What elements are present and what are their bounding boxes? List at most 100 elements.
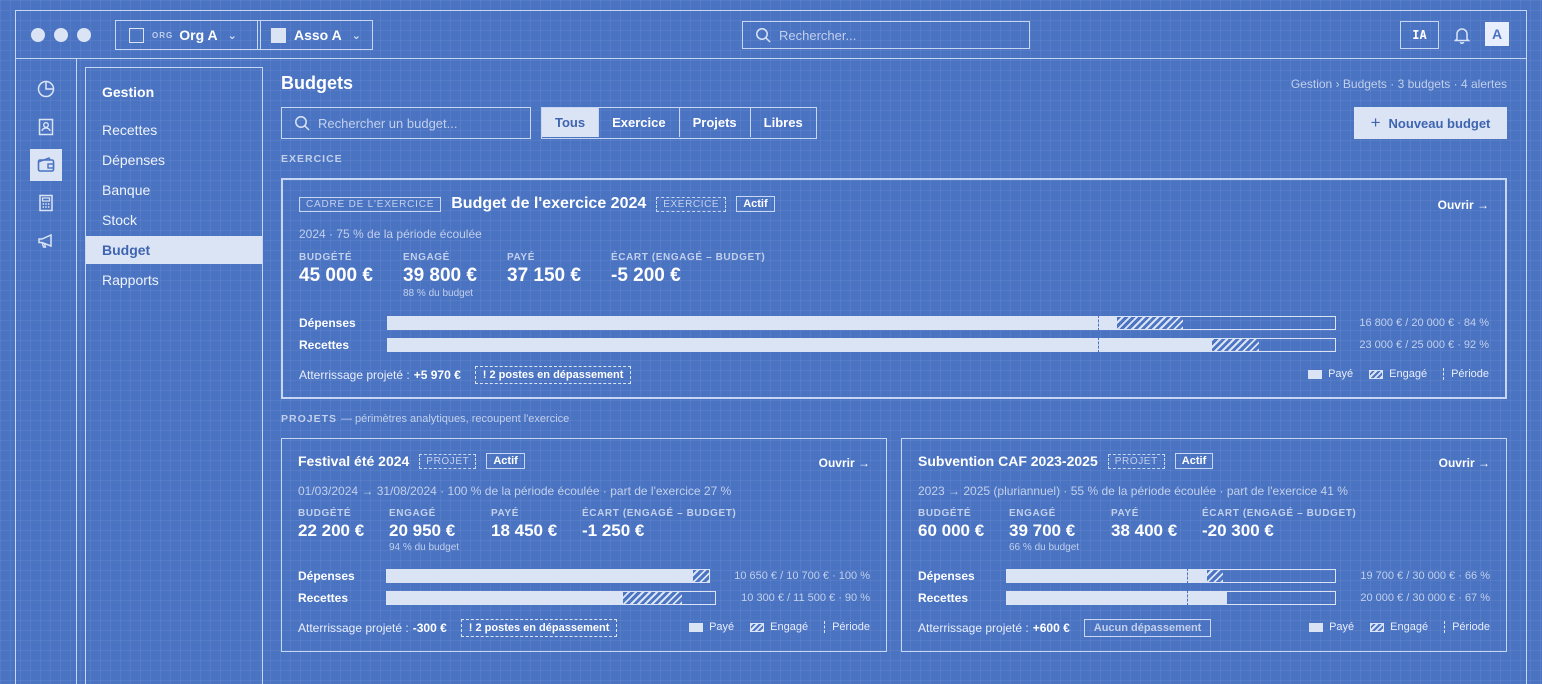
new-budget-button[interactable]: + Nouveau budget: [1354, 107, 1507, 139]
contact-card-icon[interactable]: [30, 111, 62, 143]
avatar[interactable]: A: [1485, 22, 1509, 46]
metric-engage: ENGAGÉ 39 700 € 66 % du budget: [1009, 508, 1079, 553]
new-budget-label: Nouveau budget: [1388, 115, 1491, 131]
legend-paid-label: Payé: [1329, 621, 1355, 633]
window-minimize-dot[interactable]: [54, 28, 68, 42]
bar-paid-fill: [388, 339, 1212, 351]
filter-tab-libres[interactable]: Libres: [749, 108, 816, 137]
overrun-alert-badge[interactable]: ! 2 postes en dépassement: [474, 366, 632, 384]
legend-swatch-paid: [689, 622, 704, 632]
plus-icon: +: [1370, 113, 1381, 132]
legend-period: Période: [1443, 368, 1489, 380]
org-selector[interactable]: ORG Org A ⌄: [115, 20, 261, 50]
legend-engaged: Engagé: [750, 621, 808, 633]
metric-value: 45 000 €: [299, 265, 373, 286]
open-budget-link[interactable]: Ouvrir →: [819, 456, 870, 470]
bar-paid-fill: [388, 317, 1118, 329]
global-search-input[interactable]: Rechercher...: [742, 21, 1030, 49]
metric-value: 20 950 €: [389, 521, 456, 540]
progress-bar-depenses: [387, 315, 1336, 331]
landing-projection: Atterrissage projeté : +5 970 € ! 2 post…: [299, 366, 632, 384]
nav-item-budget[interactable]: Budget: [86, 236, 262, 264]
legend-swatch-engaged: [750, 622, 765, 632]
legend-paid: Payé: [1309, 621, 1354, 633]
budget-search-input[interactable]: Rechercher un budget...: [281, 107, 531, 139]
metric-engage: ENGAGÉ 39 800 € 88 % du budget: [403, 252, 477, 299]
budget-subtitle: 2023 → 2025 (pluriannuel) · 55 % de la p…: [918, 484, 1348, 498]
wallet-icon[interactable]: [30, 149, 62, 181]
window-maximize-dot[interactable]: [77, 28, 91, 42]
filter-tab-projets[interactable]: Projets: [678, 108, 750, 137]
metric-label: BUDGÉTÉ: [918, 508, 972, 519]
breadcrumb: Gestion › Budgets · 3 budgets · 4 alerte…: [1290, 77, 1507, 91]
budget-card-subvention-caf: Subvention CAF 2023-2025 PROJET Actif Ou…: [901, 438, 1507, 652]
legend-period-label: Période: [1452, 621, 1490, 633]
asso-logo-placeholder: [271, 27, 286, 43]
window-close-dot[interactable]: [31, 28, 45, 42]
legend-period: Période: [1444, 621, 1490, 633]
bar-stat-recettes: 10 300 € / 11 500 € · 90 %: [741, 592, 870, 604]
nav-item-banque[interactable]: Banque: [86, 176, 262, 204]
bar-stat-depenses: 19 700 € / 30 000 € · 66 %: [1360, 570, 1490, 582]
landing-value: +5 970 €: [413, 368, 461, 382]
budget-search-placeholder: Rechercher un budget...: [318, 115, 458, 131]
chart-legend: Payé Engagé Période: [673, 621, 870, 633]
section-label-exercice: EXERCICE: [281, 153, 343, 165]
budget-subtitle: 01/03/2024 → 31/08/2024 · 100 % de la pé…: [298, 484, 732, 498]
progress-bar-recettes: [387, 337, 1336, 353]
budget-subtitle: 2024 · 75 % de la période écoulée: [299, 227, 482, 241]
nav-item-stock[interactable]: Stock: [86, 206, 262, 234]
nav-item-rapports[interactable]: Rapports: [86, 266, 262, 294]
bar-stat-recettes: 20 000 € / 30 000 € · 67 %: [1360, 592, 1490, 604]
chart-legend: Payé Engagé Période: [1292, 368, 1489, 380]
icon-rail: [15, 59, 77, 684]
no-overrun-badge: Aucun dépassement: [1083, 619, 1212, 637]
chart-legend: Payé Engagé Période: [1293, 621, 1490, 633]
asso-selector[interactable]: Asso A ⌄: [257, 20, 373, 50]
open-budget-link[interactable]: Ouvrir →: [1439, 456, 1490, 470]
metric-value: 18 450 €: [491, 521, 558, 540]
section-label-projets: PROJETS — périmètres analytiques, recoup…: [281, 413, 569, 425]
nav-item-recettes[interactable]: Recettes: [86, 116, 262, 144]
bar-engaged-hatch: [623, 592, 683, 604]
type-tag: PROJET: [419, 453, 477, 469]
metric-label: ENGAGÉ: [403, 252, 450, 263]
overrun-alert-badge[interactable]: ! 2 postes en dépassement: [460, 619, 618, 637]
metric-value: -20 300 €: [1202, 521, 1274, 540]
legend-period: Période: [824, 621, 870, 633]
frame-tag: CADRE DE L'EXERCICE: [299, 196, 442, 212]
calculator-icon[interactable]: [30, 187, 62, 219]
landing-value: +600 €: [1032, 621, 1070, 635]
filter-tab-exercice[interactable]: Exercice: [598, 108, 679, 137]
metric-value: -5 200 €: [611, 265, 681, 286]
nav-item-depenses[interactable]: Dépenses: [86, 146, 262, 174]
legend-swatch-period: [824, 621, 826, 633]
bell-icon[interactable]: [1452, 25, 1472, 45]
megaphone-icon[interactable]: [30, 225, 62, 257]
metric-value: -1 250 €: [582, 521, 645, 540]
metric-label: BUDGÉTÉ: [298, 508, 352, 519]
org-tag: ORG: [152, 30, 174, 40]
pie-chart-icon[interactable]: [30, 73, 62, 105]
org-logo-placeholder: [129, 27, 144, 43]
ia-button[interactable]: IA: [1400, 21, 1439, 49]
legend-swatch-engaged: [1370, 622, 1385, 632]
progress-bar-depenses: [1006, 568, 1336, 584]
open-budget-link[interactable]: Ouvrir →: [1438, 198, 1489, 212]
legend-paid-label: Payé: [1328, 368, 1354, 380]
section-projets-subtitle: — périmètres analytiques, recoupent l'ex…: [340, 413, 570, 425]
metric-ecart: ÉCART (ENGAGÉ – BUDGET) -1 250 €: [582, 508, 736, 541]
metric-label: PAYÉ: [491, 508, 519, 519]
legend-paid-label: Payé: [709, 621, 735, 633]
bar-engaged-hatch: [1117, 317, 1184, 329]
bar-period-marker: [1098, 337, 1100, 353]
filter-tab-tous[interactable]: Tous: [542, 108, 599, 137]
metric-budgete: BUDGÉTÉ 60 000 €: [918, 508, 984, 541]
metric-label: ÉCART (ENGAGÉ – BUDGET): [1202, 508, 1357, 519]
asso-name: Asso A: [294, 27, 342, 43]
legend-engaged-label: Engagé: [1389, 368, 1428, 380]
metric-note: 94 % du budget: [389, 542, 460, 553]
bar-label-depenses: Dépenses: [918, 569, 975, 583]
landing-value: -300 €: [412, 621, 447, 635]
bar-label-depenses: Dépenses: [298, 569, 355, 583]
